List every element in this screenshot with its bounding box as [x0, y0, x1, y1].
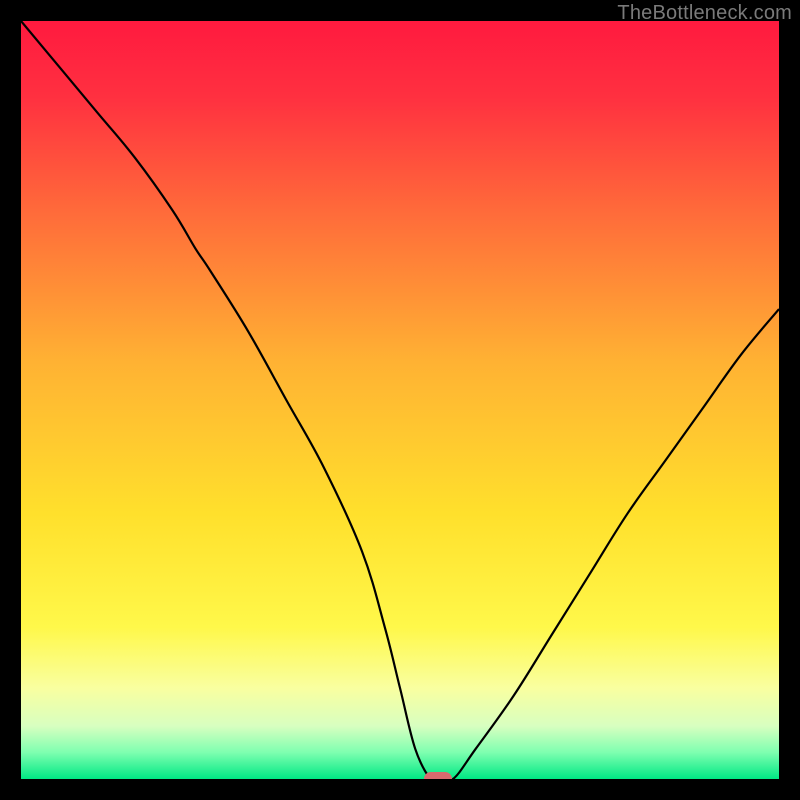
- chart-frame: TheBottleneck.com: [0, 0, 800, 800]
- plot-area: [21, 21, 779, 779]
- watermark-text: TheBottleneck.com: [617, 2, 792, 25]
- minimum-marker: [424, 772, 452, 779]
- gradient-background: [21, 21, 779, 779]
- chart-svg: [21, 21, 779, 779]
